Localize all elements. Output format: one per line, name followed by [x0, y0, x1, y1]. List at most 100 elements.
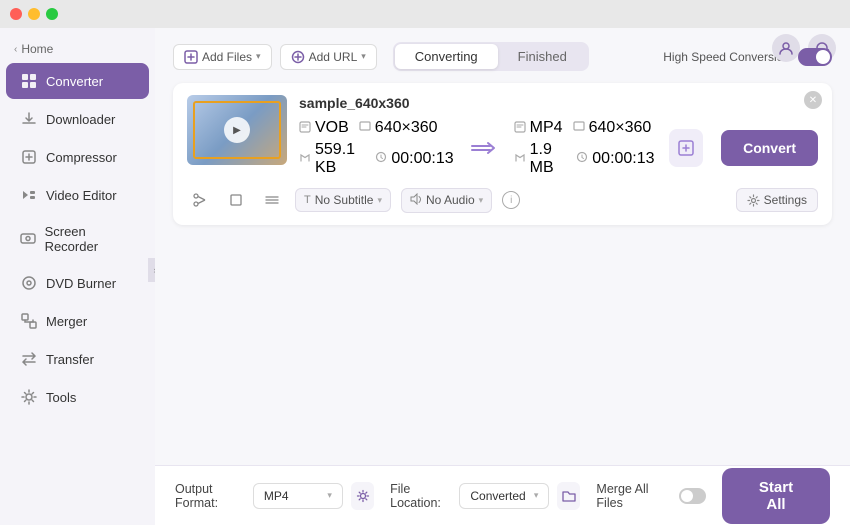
tab-converting-label: Converting	[415, 49, 478, 64]
info-icon[interactable]: i	[502, 191, 520, 209]
sidebar-item-converter-label: Converter	[46, 74, 103, 89]
add-url-button[interactable]: Add URL ▾	[280, 44, 377, 70]
output-format-chevron: ▾	[327, 490, 332, 501]
target-format-block: MP4 640×360	[514, 119, 655, 177]
tab-group: Converting Finished	[393, 42, 589, 71]
app-body: ‹ Home Converter Downloader	[0, 28, 850, 525]
settings-button[interactable]: Settings	[736, 188, 818, 212]
hw-accel-button[interactable]	[669, 129, 704, 167]
audio-icon	[410, 193, 422, 208]
subtitle-label: No Subtitle	[315, 193, 374, 207]
source-format-type: VOB 640×360	[299, 119, 454, 137]
target-resolution: 640×360	[589, 119, 652, 137]
top-bar: Add Files ▾ Add URL ▾ Converting Finishe…	[173, 42, 832, 71]
merge-label: Merge All Files	[596, 482, 670, 510]
sidebar-item-screen-recorder[interactable]: Screen Recorder	[6, 215, 149, 263]
target-format: MP4	[530, 119, 563, 137]
start-all-button[interactable]: Start All	[722, 468, 830, 524]
subtitle-icon: T	[304, 194, 311, 206]
filename: sample_640x360	[299, 95, 818, 111]
tab-finished[interactable]: Finished	[498, 44, 587, 69]
source-clock-icon	[375, 150, 387, 168]
sidebar-item-video-editor-label: Video Editor	[46, 188, 117, 203]
sidebar-item-dvd-burner[interactable]: DVD Burner	[6, 265, 149, 301]
source-format-meta: 559.1 KB 00:00:13	[299, 141, 454, 177]
minimize-button[interactable]	[28, 8, 40, 20]
sidebar-item-merger[interactable]: Merger	[6, 303, 149, 339]
sidebar-item-downloader[interactable]: Downloader	[6, 101, 149, 137]
output-format-value: MP4	[264, 489, 289, 503]
convert-button[interactable]: Convert	[721, 130, 818, 166]
target-size-icon	[514, 152, 526, 167]
audio-label: No Audio	[426, 193, 475, 207]
target-format-meta: 1.9 MB 00:00:13	[514, 141, 655, 177]
source-res-icon	[359, 119, 371, 137]
sidebar-item-dvd-burner-label: DVD Burner	[46, 276, 116, 291]
sidebar-item-transfer-label: Transfer	[46, 352, 94, 367]
sidebar-item-converter[interactable]: Converter	[6, 63, 149, 99]
main-content: Add Files ▾ Add URL ▾ Converting Finishe…	[155, 28, 850, 525]
effects-icon[interactable]	[259, 187, 285, 213]
tab-finished-label: Finished	[518, 49, 567, 64]
file-location-value: Converted	[470, 489, 525, 503]
video-thumbnail: ▶	[187, 95, 287, 165]
audio-chevron: ▾	[479, 195, 484, 206]
target-duration: 00:00:13	[592, 150, 654, 168]
source-resolution: 640×360	[375, 119, 438, 137]
home-label: Home	[21, 42, 53, 56]
chevron-left-icon: ‹	[14, 44, 17, 55]
card-close-button[interactable]: ✕	[804, 91, 822, 109]
home-link[interactable]: ‹ Home	[0, 36, 155, 62]
target-clock-icon	[576, 150, 588, 168]
play-button[interactable]: ▶	[224, 117, 250, 143]
user-icon-button[interactable]	[772, 34, 800, 62]
scissors-icon[interactable]	[187, 187, 213, 213]
output-format-field: Output Format: MP4 ▾	[175, 482, 374, 510]
sidebar-item-video-editor[interactable]: Video Editor	[6, 177, 149, 213]
file-card: ✕ ▶ sample_640x360	[173, 83, 832, 225]
screen-recorder-icon	[20, 230, 37, 248]
sidebar-item-downloader-label: Downloader	[46, 112, 115, 127]
source-duration: 00:00:13	[391, 150, 453, 168]
converter-icon	[20, 72, 38, 90]
output-format-settings-icon[interactable]	[351, 482, 374, 510]
output-format-select[interactable]: MP4 ▾	[253, 483, 343, 509]
add-files-chevron: ▾	[256, 51, 261, 62]
file-info: sample_640x360 VO	[299, 95, 818, 177]
audio-select[interactable]: No Audio ▾	[401, 188, 492, 213]
file-location-label: File Location:	[390, 482, 451, 510]
sidebar-item-transfer[interactable]: Transfer	[6, 341, 149, 377]
source-size-icon	[299, 152, 311, 167]
transfer-icon	[20, 350, 38, 368]
tab-converting[interactable]: Converting	[395, 44, 498, 69]
maximize-button[interactable]	[46, 8, 58, 20]
file-location-select[interactable]: Converted ▾	[459, 483, 549, 509]
file-location-folder-icon[interactable]	[557, 482, 580, 510]
video-editor-icon	[20, 186, 38, 204]
dvd-burner-icon	[20, 274, 38, 292]
add-files-button[interactable]: Add Files ▾	[173, 44, 272, 70]
bottom-bar: Output Format: MP4 ▾ File Location: Conv…	[155, 465, 850, 525]
close-button[interactable]	[10, 8, 22, 20]
sidebar-item-tools-label: Tools	[46, 390, 76, 405]
sidebar-item-screen-recorder-label: Screen Recorder	[45, 224, 135, 254]
merge-all-area: Merge All Files	[596, 482, 706, 510]
source-size: 559.1 KB	[315, 141, 365, 177]
format-arrow	[470, 138, 498, 158]
add-url-label: Add URL	[309, 50, 358, 64]
sidebar-item-compressor[interactable]: Compressor	[6, 139, 149, 175]
speed-toggle[interactable]	[798, 48, 832, 66]
subtitle-select[interactable]: T No Subtitle ▾	[295, 188, 391, 212]
sidebar-item-merger-label: Merger	[46, 314, 87, 329]
merge-toggle[interactable]	[679, 488, 706, 504]
merger-icon	[20, 312, 38, 330]
info-symbol: i	[510, 195, 512, 206]
card-actions: T No Subtitle ▾ No Audio ▾ i	[187, 187, 818, 213]
source-file-icon	[299, 121, 311, 136]
sidebar-item-tools[interactable]: Tools	[6, 379, 149, 415]
output-format-label: Output Format:	[175, 482, 245, 510]
crop-icon[interactable]	[223, 187, 249, 213]
card-top: ▶ sample_640x360	[187, 95, 818, 177]
downloader-icon	[20, 110, 38, 128]
file-location-field: File Location: Converted ▾	[390, 482, 580, 510]
